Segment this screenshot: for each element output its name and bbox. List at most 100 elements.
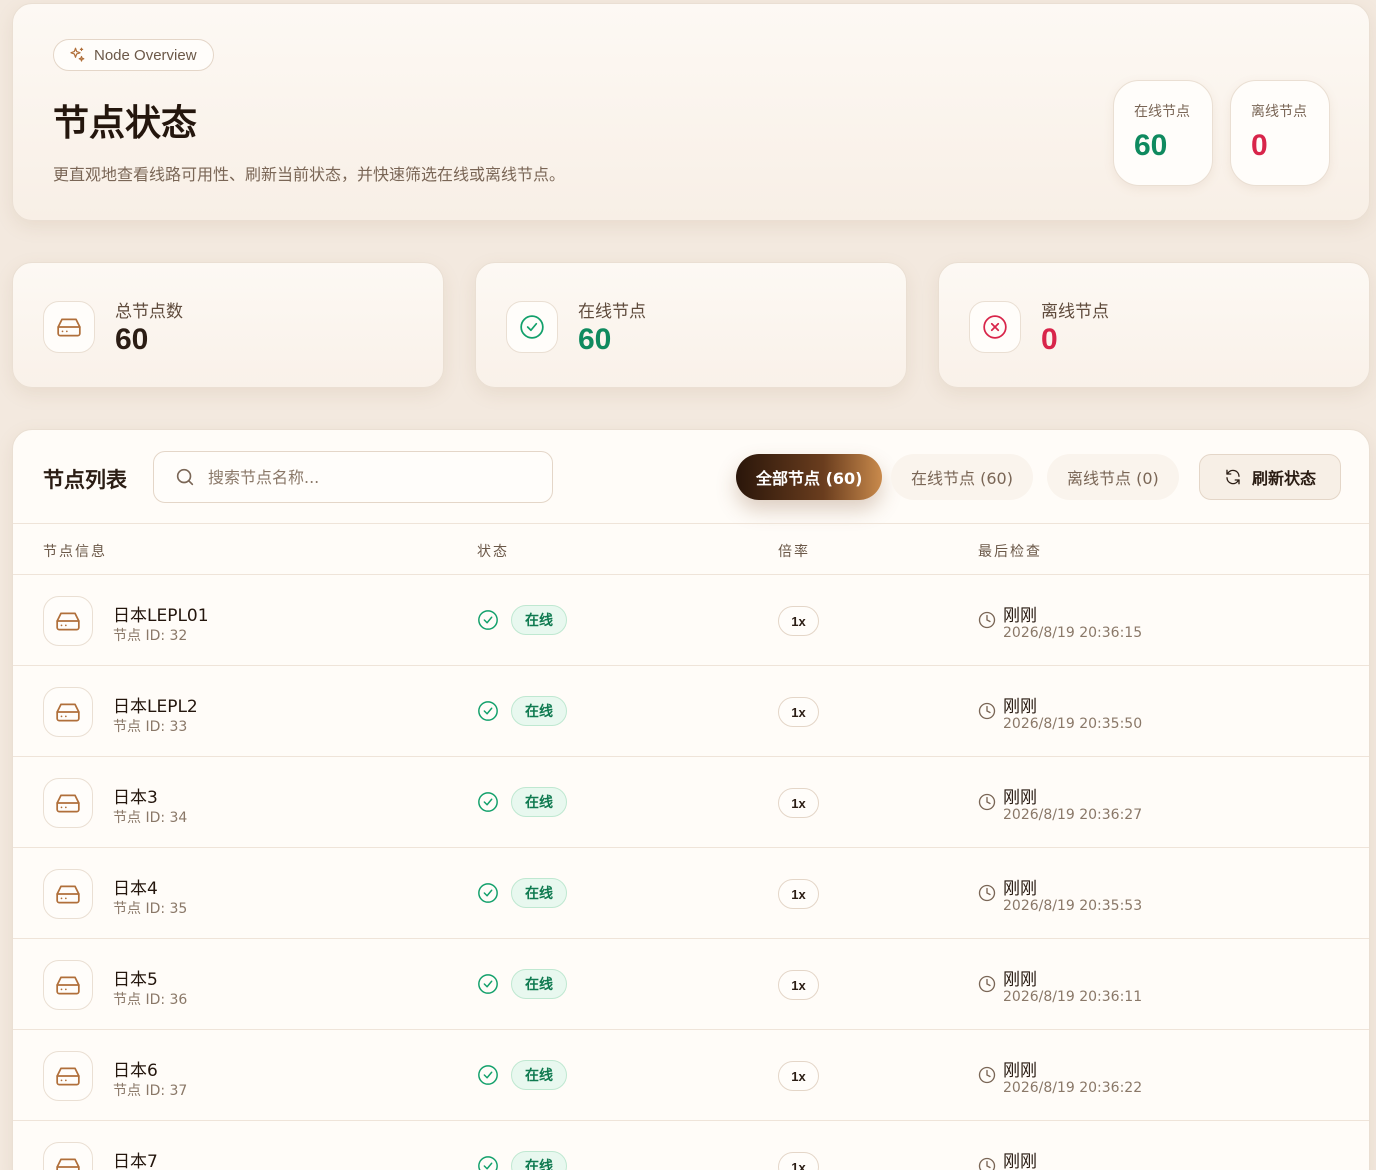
hard-drive-icon bbox=[56, 703, 80, 722]
overview-pill-label: Node Overview bbox=[94, 46, 197, 64]
hard-drive-icon bbox=[56, 794, 80, 813]
refresh-status-button[interactable]: 刷新状态 bbox=[1199, 454, 1341, 500]
check-circle-icon bbox=[478, 610, 498, 630]
last-check-relative: 刚刚 bbox=[1003, 1152, 1037, 1170]
search-input[interactable] bbox=[208, 467, 528, 487]
x-circle-icon bbox=[983, 315, 1007, 339]
refresh-icon bbox=[1226, 469, 1240, 485]
hard-drive-icon bbox=[57, 318, 81, 337]
online-summary-card: 在线节点 60 bbox=[1113, 80, 1213, 186]
sparkles-icon bbox=[70, 47, 85, 62]
search-icon bbox=[176, 468, 194, 486]
last-check-relative: 刚刚 bbox=[1003, 1061, 1037, 1081]
offline-nodes-icon-box bbox=[969, 301, 1021, 353]
last-check-relative: 刚刚 bbox=[1003, 697, 1037, 717]
offline-summary-card: 离线节点 0 bbox=[1230, 80, 1330, 186]
last-check-relative: 刚刚 bbox=[1003, 970, 1037, 990]
overview-pill: Node Overview bbox=[53, 39, 214, 71]
last-check-time: 2026/8/19 20:35:53 bbox=[1003, 898, 1143, 914]
node-list-card: 节点列表 全部节点 (60) 在线节点 (60) 离线节点 (0) 刷新状态 节… bbox=[12, 429, 1370, 1170]
status-badge: 在线 bbox=[511, 605, 567, 635]
status-badge: 在线 bbox=[511, 878, 567, 908]
node-id: 节点 ID: 37 bbox=[113, 1083, 188, 1099]
table-header: 节点信息 状态 倍率 最后检查 bbox=[13, 523, 1369, 575]
check-circle-icon bbox=[478, 701, 498, 721]
total-nodes-card: 总节点数 60 bbox=[12, 262, 444, 388]
check-circle-icon bbox=[478, 883, 498, 903]
page-description: 更直观地查看线路可用性、刷新当前状态，并快速筛选在线或离线节点。 bbox=[53, 165, 566, 184]
last-check-time: 2026/8/19 20:36:22 bbox=[1003, 1080, 1143, 1096]
check-circle-icon bbox=[478, 1156, 498, 1170]
node-icon-box bbox=[43, 1142, 93, 1170]
online-nodes-card: 在线节点 60 bbox=[475, 262, 907, 388]
clock-icon bbox=[978, 1066, 996, 1084]
node-id: 节点 ID: 36 bbox=[113, 992, 188, 1008]
last-check-relative: 刚刚 bbox=[1003, 879, 1037, 899]
rate-badge: 1x bbox=[778, 879, 819, 909]
offline-summary-value: 0 bbox=[1251, 129, 1268, 162]
node-name: 日本5 bbox=[113, 970, 158, 990]
node-id: 节点 ID: 34 bbox=[113, 810, 188, 826]
column-last-check: 最后检查 bbox=[978, 544, 1042, 560]
check-circle-icon bbox=[520, 315, 544, 339]
node-id: 节点 ID: 32 bbox=[113, 628, 188, 644]
last-check-time: 2026/8/19 20:36:27 bbox=[1003, 807, 1143, 823]
rate-badge: 1x bbox=[778, 606, 819, 636]
table-row[interactable]: 日本6 节点 ID: 37 在线 1x 刚刚 2026/8/19 20:36:2… bbox=[13, 1030, 1369, 1121]
hard-drive-icon bbox=[56, 885, 80, 904]
status-badge: 在线 bbox=[511, 696, 567, 726]
last-check-relative: 刚刚 bbox=[1003, 606, 1037, 626]
node-id: 节点 ID: 33 bbox=[113, 719, 188, 735]
status-badge: 在线 bbox=[511, 969, 567, 999]
filter-online-button[interactable]: 在线节点 (60) bbox=[891, 454, 1033, 500]
table-row[interactable]: 日本LEPL01 节点 ID: 32 在线 1x 刚刚 2026/8/19 20… bbox=[13, 575, 1369, 666]
node-icon-box bbox=[43, 869, 93, 919]
offline-nodes-card: 离线节点 0 bbox=[938, 262, 1370, 388]
table-row[interactable]: 日本3 节点 ID: 34 在线 1x 刚刚 2026/8/19 20:36:2… bbox=[13, 757, 1369, 848]
refresh-status-label: 刷新状态 bbox=[1251, 469, 1316, 488]
node-name: 日本3 bbox=[113, 788, 158, 808]
filter-all-button[interactable]: 全部节点 (60) bbox=[736, 454, 883, 500]
table-row[interactable]: 日本7 在线 1x 刚刚 bbox=[13, 1121, 1369, 1170]
online-nodes-icon-box bbox=[506, 301, 558, 353]
last-check-time: 2026/8/19 20:36:15 bbox=[1003, 625, 1143, 641]
clock-icon bbox=[978, 884, 996, 902]
clock-icon bbox=[978, 793, 996, 811]
node-icon-box bbox=[43, 596, 93, 646]
search-box[interactable] bbox=[153, 451, 553, 503]
online-summary-value: 60 bbox=[1134, 129, 1168, 162]
hard-drive-icon bbox=[56, 612, 80, 631]
table-row[interactable]: 日本5 节点 ID: 36 在线 1x 刚刚 2026/8/19 20:36:1… bbox=[13, 939, 1369, 1030]
page-title: 节点状态 bbox=[53, 103, 198, 144]
clock-icon bbox=[978, 702, 996, 720]
node-icon-box bbox=[43, 960, 93, 1010]
online-nodes-value: 60 bbox=[578, 323, 612, 356]
rate-badge: 1x bbox=[778, 1152, 819, 1170]
table-row[interactable]: 日本4 节点 ID: 35 在线 1x 刚刚 2026/8/19 20:35:5… bbox=[13, 848, 1369, 939]
node-name: 日本LEPL01 bbox=[113, 606, 209, 626]
node-name: 日本7 bbox=[113, 1152, 158, 1170]
filter-offline-button[interactable]: 离线节点 (0) bbox=[1047, 454, 1179, 500]
offline-summary-label: 离线节点 bbox=[1251, 104, 1307, 120]
node-icon-box bbox=[43, 687, 93, 737]
hard-drive-icon bbox=[56, 1158, 80, 1170]
column-rate: 倍率 bbox=[778, 544, 810, 560]
status-badge: 在线 bbox=[511, 1151, 567, 1170]
node-id: 节点 ID: 35 bbox=[113, 901, 188, 917]
column-status: 状态 bbox=[477, 544, 509, 560]
last-check-relative: 刚刚 bbox=[1003, 788, 1037, 808]
last-check-time: 2026/8/19 20:35:50 bbox=[1003, 716, 1143, 732]
last-check-time: 2026/8/19 20:36:11 bbox=[1003, 989, 1143, 1005]
node-name: 日本6 bbox=[113, 1061, 158, 1081]
total-nodes-value: 60 bbox=[115, 323, 149, 356]
node-icon-box bbox=[43, 778, 93, 828]
offline-nodes-value: 0 bbox=[1041, 323, 1058, 356]
total-nodes-icon-box bbox=[43, 301, 95, 353]
check-circle-icon bbox=[478, 974, 498, 994]
table-row[interactable]: 日本LEPL2 节点 ID: 33 在线 1x 刚刚 2026/8/19 20:… bbox=[13, 666, 1369, 757]
node-list-title: 节点列表 bbox=[43, 468, 127, 492]
rate-badge: 1x bbox=[778, 1061, 819, 1091]
online-summary-label: 在线节点 bbox=[1134, 104, 1190, 120]
node-name: 日本LEPL2 bbox=[113, 697, 198, 717]
rate-badge: 1x bbox=[778, 970, 819, 1000]
